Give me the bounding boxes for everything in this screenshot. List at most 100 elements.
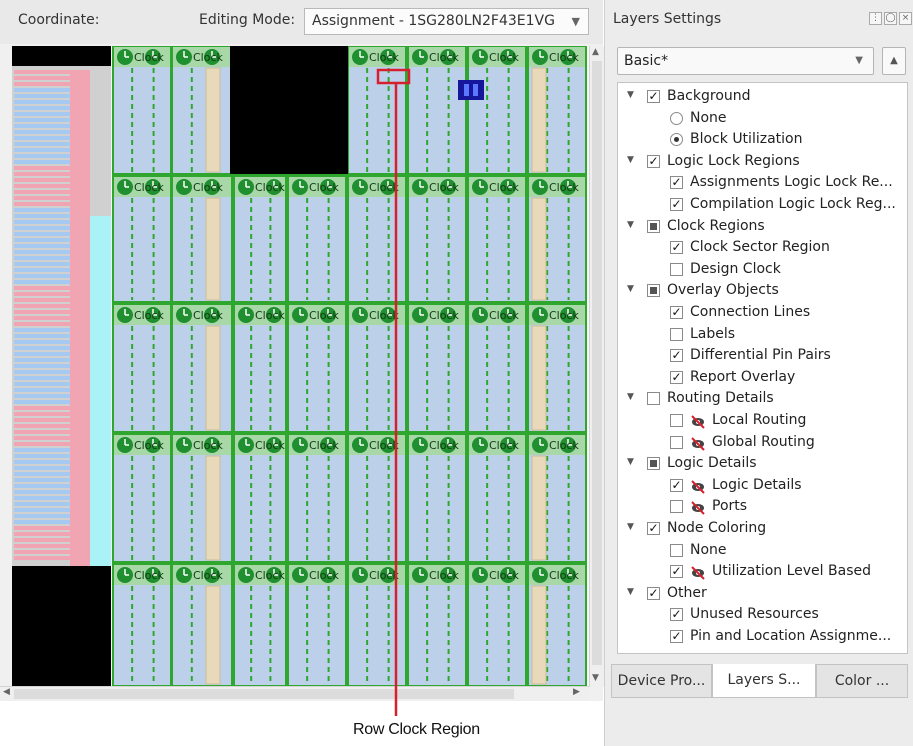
tree-item-row[interactable]: Block Utilization: [618, 129, 907, 151]
panel-tabs: Device Pro... Layers S... Color ...: [605, 664, 913, 700]
tree-item-label: Report Overlay: [690, 368, 796, 385]
tree-group-row[interactable]: ▼ Overlay Objects: [618, 280, 907, 302]
checkbox[interactable]: ✓: [670, 370, 683, 384]
tree-item-label: Global Routing: [712, 433, 815, 450]
tree-item-label: Other: [667, 584, 707, 601]
expand-arrow-icon[interactable]: ▼: [627, 220, 634, 230]
checkbox[interactable]: [647, 392, 660, 406]
tree-item-label: Ports: [712, 498, 748, 515]
checkbox[interactable]: [670, 327, 683, 341]
hidden-eye-icon: [691, 566, 705, 580]
hidden-eye-icon: [691, 501, 705, 516]
tree-item-label: Utilization Level Based: [712, 563, 871, 580]
checkbox[interactable]: ✓: [647, 522, 660, 535]
checkbox[interactable]: ✓: [647, 90, 660, 103]
tree-item-label: Labels: [690, 325, 736, 342]
tree-item-label: Clock Sector Region: [690, 239, 830, 256]
tree-item-label: Local Routing: [712, 412, 807, 428]
checkbox[interactable]: ✓: [670, 630, 683, 643]
panel-title: Layers Settings: [613, 11, 722, 27]
tree-item-label: Differential Pin Pairs: [690, 347, 831, 364]
tree-group-row[interactable]: ▼ Clock Regions: [618, 216, 907, 238]
tree-group-row[interactable]: ▼ Logic Details: [618, 453, 907, 475]
tree-item-label: Assignments Logic Lock Re...: [690, 174, 893, 191]
checkbox[interactable]: [647, 219, 660, 233]
tree-item-label: Block Utilization: [690, 131, 803, 148]
checkbox[interactable]: ✓: [670, 478, 683, 492]
preset-select[interactable]: Basic* ▼: [617, 47, 874, 75]
radio-button[interactable]: [670, 133, 683, 147]
tab-color-legend[interactable]: Color ...: [816, 664, 908, 698]
checkbox[interactable]: ✓: [670, 349, 683, 363]
checkbox[interactable]: ✓: [670, 565, 683, 579]
checkbox[interactable]: [670, 414, 683, 427]
expand-arrow-icon[interactable]: ▼: [627, 90, 634, 100]
tree-item-label: Logic Lock Regions: [667, 152, 800, 169]
tree-item-row[interactable]: ✓ Logic Details: [618, 475, 907, 497]
tree-item-row[interactable]: None: [618, 540, 907, 562]
tree-item-row[interactable]: ✓ Assignments Logic Lock Re...: [618, 172, 907, 194]
expand-arrow-icon[interactable]: ▼: [627, 587, 634, 597]
tree-item-row[interactable]: ✓ Utilization Level Based: [618, 561, 907, 583]
checkbox[interactable]: [670, 262, 683, 276]
expand-arrow-icon[interactable]: ▼: [627, 284, 634, 294]
tree-item-label: Clock Regions: [667, 217, 765, 234]
tree-item-row[interactable]: Local Routing: [618, 410, 907, 432]
checkbox[interactable]: [670, 543, 683, 557]
checkbox[interactable]: ✓: [647, 154, 660, 168]
tree-group-row[interactable]: ▼ ✓ Background: [618, 86, 907, 108]
tree-item-row[interactable]: Design Clock: [618, 259, 907, 281]
tree-item-label: Routing Details: [667, 390, 774, 407]
collapse-up-button[interactable]: ▲: [882, 47, 906, 75]
tab-layers-settings[interactable]: Layers S...: [712, 664, 816, 698]
tree-item-label: None: [690, 109, 727, 126]
restore-icon[interactable]: ◯: [884, 12, 897, 25]
tree-item-row[interactable]: ✓ Pin and Location Assignme...: [618, 626, 907, 648]
checkbox[interactable]: [647, 284, 660, 298]
tree-item-label: Design Clock: [690, 260, 781, 277]
expand-arrow-icon[interactable]: ▼: [627, 155, 634, 165]
tree-item-row[interactable]: Ports: [618, 496, 907, 518]
expand-arrow-icon[interactable]: ▼: [627, 457, 634, 467]
layers-settings-panel: Layers Settings ⋮ ◯ × Basic* ▼ ▲ ▼ ✓ Backg…: [604, 0, 913, 746]
pin-icon[interactable]: ⋮: [869, 12, 882, 25]
tree-item-label: Connection Lines: [690, 304, 811, 320]
close-icon[interactable]: ×: [899, 12, 912, 25]
tree-group-row[interactable]: ▼ Routing Details: [618, 388, 907, 410]
tree-item-row[interactable]: None: [618, 108, 907, 130]
expand-arrow-icon[interactable]: ▼: [627, 392, 634, 402]
tree-item-row[interactable]: Labels: [618, 324, 907, 346]
tree-item-row[interactable]: Global Routing: [618, 432, 907, 454]
checkbox[interactable]: [647, 457, 660, 471]
checkbox[interactable]: ✓: [670, 176, 683, 190]
tree-group-row[interactable]: ▼ ✓ Logic Lock Regions: [618, 151, 907, 173]
tree-item-row[interactable]: ✓ Compilation Logic Lock Reg...: [618, 194, 907, 216]
hidden-eye-icon: [691, 436, 705, 451]
hidden-eye-icon: [691, 415, 705, 429]
tree-item-row[interactable]: ✓ Differential Pin Pairs: [618, 345, 907, 367]
row-clock-region-highlight: [376, 68, 411, 85]
tree-item-label: Logic Details: [712, 476, 802, 493]
checkbox[interactable]: ✓: [670, 241, 683, 255]
tree-item-label: Node Coloring: [667, 520, 767, 536]
checkbox[interactable]: ✓: [647, 586, 660, 600]
tree-item-label: None: [690, 541, 727, 558]
tree-item-row[interactable]: ✓ Clock Sector Region: [618, 237, 907, 259]
expand-arrow-icon[interactable]: ▼: [627, 522, 634, 532]
chevron-down-icon: ▼: [855, 55, 863, 66]
checkbox[interactable]: [670, 500, 683, 514]
radio-button[interactable]: [670, 111, 683, 125]
checkbox[interactable]: [670, 435, 683, 449]
tab-device-properties[interactable]: Device Pro...: [611, 664, 712, 698]
tree-item-label: Overlay Objects: [667, 282, 779, 299]
checkbox[interactable]: ✓: [670, 198, 683, 211]
checkbox[interactable]: ✓: [670, 306, 683, 319]
tree-item-row[interactable]: ✓ Unused Resources: [618, 604, 907, 626]
tree-group-row[interactable]: ▼ ✓ Other: [618, 583, 907, 605]
checkbox[interactable]: ✓: [670, 608, 683, 622]
tree-item-row[interactable]: ✓ Connection Lines: [618, 302, 907, 324]
tree-item-label: Pin and Location Assignme...: [690, 628, 892, 644]
tree-item-label: Logic Details: [667, 455, 757, 472]
tree-item-row[interactable]: ✓ Report Overlay: [618, 367, 907, 389]
tree-group-row[interactable]: ▼ ✓ Node Coloring: [618, 518, 907, 540]
